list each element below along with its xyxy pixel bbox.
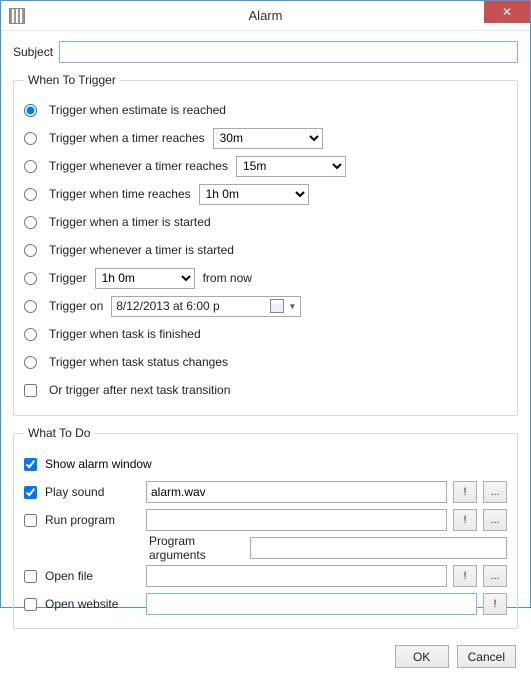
label-time-reaches: Trigger when time reaches bbox=[49, 187, 191, 201]
subject-row: Subject bbox=[13, 41, 518, 63]
test-website-button[interactable]: ! bbox=[483, 593, 507, 615]
label-run-program: Run program bbox=[45, 513, 140, 527]
label-fromnow-pre: Trigger bbox=[49, 271, 87, 285]
opt-after-transition-row: Or trigger after next task transition bbox=[24, 377, 507, 403]
label-estimate: Trigger when estimate is reached bbox=[49, 103, 226, 117]
combo-whenever-reaches[interactable]: 15m bbox=[236, 156, 346, 177]
check-open-website[interactable] bbox=[24, 598, 37, 611]
window-title: Alarm bbox=[1, 8, 530, 23]
combo-fromnow[interactable]: 1h 0m bbox=[95, 268, 195, 289]
action-legend: What To Do bbox=[24, 426, 94, 440]
opt-status-changes-row: Trigger when task status changes bbox=[24, 349, 507, 375]
label-task-finished: Trigger when task is finished bbox=[49, 327, 201, 341]
label-play-sound: Play sound bbox=[45, 485, 140, 499]
content-area: Subject When To Trigger Trigger when est… bbox=[1, 31, 530, 680]
ok-button[interactable]: OK bbox=[395, 645, 449, 668]
test-program-button[interactable]: ! bbox=[453, 509, 477, 531]
label-show-window: Show alarm window bbox=[45, 457, 152, 471]
check-play-sound[interactable] bbox=[24, 486, 37, 499]
radio-time-reaches[interactable] bbox=[24, 188, 37, 201]
radio-task-finished[interactable] bbox=[24, 328, 37, 341]
label-fromnow-post: from now bbox=[203, 271, 252, 285]
open-file-row: Open file ! ... bbox=[24, 562, 507, 590]
radio-timer-started[interactable] bbox=[24, 216, 37, 229]
input-open-file[interactable] bbox=[146, 565, 447, 587]
label-timer-started: Trigger when a timer is started bbox=[49, 215, 211, 229]
opt-whenever-started-row: Trigger whenever a timer is started bbox=[24, 237, 507, 263]
radio-whenever-started[interactable] bbox=[24, 244, 37, 257]
check-run-program[interactable] bbox=[24, 514, 37, 527]
date-text: 8/12/2013 at 6:00 p bbox=[116, 299, 266, 313]
label-status-changes: Trigger when task status changes bbox=[49, 355, 228, 369]
trigger-legend: When To Trigger bbox=[24, 73, 120, 87]
test-file-button[interactable]: ! bbox=[453, 565, 477, 587]
label-after-transition: Or trigger after next task transition bbox=[49, 383, 230, 397]
opt-fromnow-row: Trigger 1h 0m from now bbox=[24, 265, 507, 291]
check-after-transition[interactable] bbox=[24, 384, 37, 397]
radio-estimate[interactable] bbox=[24, 104, 37, 117]
ellipsis-icon: ... bbox=[490, 486, 499, 498]
bang-icon: ! bbox=[463, 514, 466, 526]
input-play-sound[interactable] bbox=[146, 481, 447, 503]
radio-fromnow[interactable] bbox=[24, 272, 37, 285]
close-icon: ✕ bbox=[502, 5, 512, 19]
subject-input[interactable] bbox=[59, 41, 518, 63]
input-run-program[interactable] bbox=[146, 509, 447, 531]
label-program-args: Program arguments bbox=[149, 534, 244, 562]
label-whenever-started: Trigger whenever a timer is started bbox=[49, 243, 234, 257]
action-group: What To Do Show alarm window Play sound … bbox=[13, 426, 518, 629]
ellipsis-icon: ... bbox=[490, 570, 499, 582]
input-open-website[interactable] bbox=[146, 593, 477, 615]
test-sound-button[interactable]: ! bbox=[453, 481, 477, 503]
opt-timer-reaches-row: Trigger when a timer reaches 30m bbox=[24, 125, 507, 151]
run-program-row: Run program ! ... bbox=[24, 506, 507, 534]
browse-sound-button[interactable]: ... bbox=[483, 481, 507, 503]
bang-icon: ! bbox=[493, 598, 496, 610]
close-button[interactable]: ✕ bbox=[484, 1, 530, 23]
input-program-args[interactable] bbox=[250, 537, 507, 559]
opt-task-finished-row: Trigger when task is finished bbox=[24, 321, 507, 347]
titlebar: Alarm ✕ bbox=[1, 1, 530, 31]
browse-program-button[interactable]: ... bbox=[483, 509, 507, 531]
radio-status-changes[interactable] bbox=[24, 356, 37, 369]
chevron-down-icon: ▼ bbox=[288, 302, 296, 311]
label-triggeron: Trigger on bbox=[49, 299, 103, 313]
check-show-window[interactable] bbox=[24, 458, 37, 471]
combo-time-reaches[interactable]: 1h 0m bbox=[199, 184, 309, 205]
trigger-group: When To Trigger Trigger when estimate is… bbox=[13, 73, 518, 416]
browse-file-button[interactable]: ... bbox=[483, 565, 507, 587]
label-timer-reaches: Trigger when a timer reaches bbox=[49, 131, 205, 145]
subject-label: Subject bbox=[13, 45, 53, 59]
label-open-file: Open file bbox=[45, 569, 140, 583]
check-open-file[interactable] bbox=[24, 570, 37, 583]
datepicker-triggeron[interactable]: 8/12/2013 at 6:00 p ▼ bbox=[111, 296, 301, 317]
opt-triggeron-row: Trigger on 8/12/2013 at 6:00 p ▼ bbox=[24, 293, 507, 319]
opt-timer-started-row: Trigger when a timer is started bbox=[24, 209, 507, 235]
play-sound-row: Play sound ! ... bbox=[24, 478, 507, 506]
program-args-row: Program arguments bbox=[24, 534, 507, 562]
opt-whenever-reaches-row: Trigger whenever a timer reaches 15m bbox=[24, 153, 507, 179]
dialog-buttons: OK Cancel bbox=[13, 639, 518, 670]
label-whenever-reaches: Trigger whenever a timer reaches bbox=[49, 159, 228, 173]
opt-time-reaches-row: Trigger when time reaches 1h 0m bbox=[24, 181, 507, 207]
ellipsis-icon: ... bbox=[490, 514, 499, 526]
open-website-row: Open website ! bbox=[24, 590, 507, 618]
radio-triggeron[interactable] bbox=[24, 300, 37, 313]
combo-timer-reaches[interactable]: 30m bbox=[213, 128, 323, 149]
radio-timer-reaches[interactable] bbox=[24, 132, 37, 145]
bang-icon: ! bbox=[463, 486, 466, 498]
radio-whenever-reaches[interactable] bbox=[24, 160, 37, 173]
opt-estimate-row: Trigger when estimate is reached bbox=[24, 97, 507, 123]
cancel-button[interactable]: Cancel bbox=[457, 645, 516, 668]
label-open-website: Open website bbox=[45, 597, 140, 611]
show-window-row: Show alarm window bbox=[24, 450, 507, 478]
calendar-icon bbox=[270, 299, 284, 313]
bang-icon: ! bbox=[463, 570, 466, 582]
